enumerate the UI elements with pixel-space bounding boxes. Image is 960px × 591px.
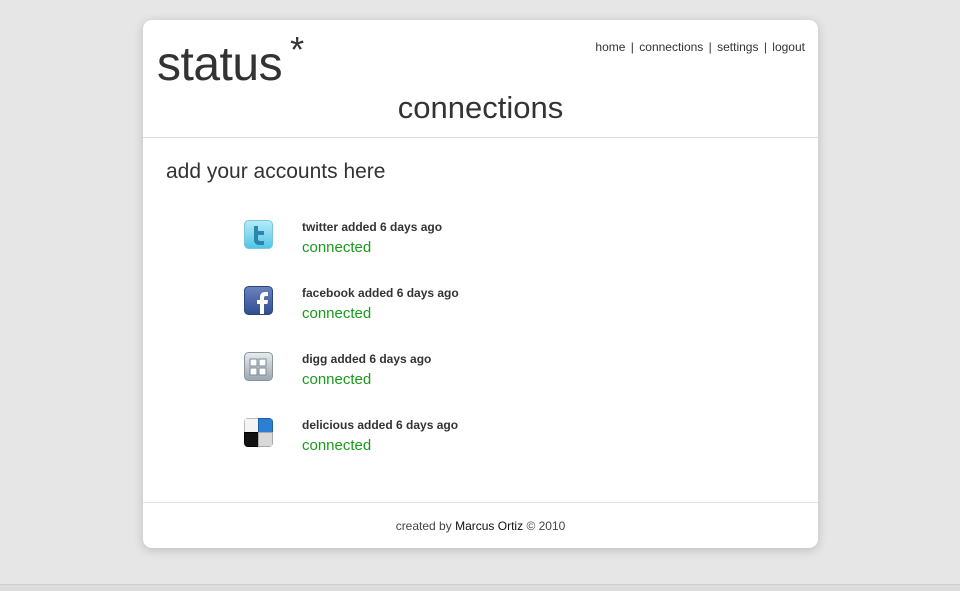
nav-separator: |	[708, 40, 712, 54]
account-item-delicious: delicious added 6 days ago connected	[244, 418, 644, 468]
footer-author-link[interactable]: Marcus Ortiz	[455, 519, 523, 533]
account-text: delicious added 6 days ago connected	[302, 418, 458, 455]
nav-logout-link[interactable]: logout	[772, 40, 805, 54]
account-text: twitter added 6 days ago connected	[302, 220, 442, 257]
account-title: delicious added 6 days ago	[302, 418, 459, 432]
account-title: facebook added 6 days ago	[302, 286, 459, 300]
main-card: status * home | connections | settings | …	[143, 20, 818, 548]
twitter-icon[interactable]	[244, 220, 273, 249]
account-item-twitter: twitter added 6 days ago connected	[244, 220, 644, 270]
account-item-facebook: facebook added 6 days ago connected	[244, 286, 644, 336]
account-status: connected	[302, 437, 372, 454]
digg-icon[interactable]	[244, 352, 273, 381]
header: status * home | connections | settings | …	[143, 20, 818, 138]
facebook-icon[interactable]	[244, 286, 273, 315]
content-area: add your accounts here twitter added 6 d…	[143, 138, 818, 503]
logo[interactable]: status *	[157, 29, 304, 93]
footer-prefix: created by	[395, 519, 452, 533]
nav-settings-link[interactable]: settings	[717, 40, 758, 54]
account-status: connected	[302, 305, 372, 322]
nav-connections-link[interactable]: connections	[639, 40, 703, 54]
logo-text: status	[157, 38, 283, 91]
account-item-digg: digg added 6 days ago connected	[244, 352, 644, 402]
account-title: digg added 6 days ago	[302, 352, 432, 366]
account-status: connected	[302, 371, 372, 388]
delicious-icon[interactable]	[244, 418, 273, 447]
account-text: digg added 6 days ago connected	[302, 352, 431, 389]
account-title: twitter added 6 days ago	[302, 220, 443, 234]
nav-separator: |	[630, 40, 634, 54]
account-status: connected	[302, 239, 372, 256]
nav-separator: |	[763, 40, 767, 54]
nav-home-link[interactable]: home	[595, 40, 625, 54]
section-heading: add your accounts here	[166, 160, 386, 183]
logo-star: *	[290, 29, 304, 70]
footer: created by Marcus Ortiz © 2010	[143, 504, 818, 548]
footer-copyright: © 2010	[526, 519, 566, 533]
page-title: connections	[397, 90, 564, 125]
top-navigation: home | connections | settings | logout	[595, 40, 805, 54]
account-text: facebook added 6 days ago connected	[302, 286, 459, 323]
